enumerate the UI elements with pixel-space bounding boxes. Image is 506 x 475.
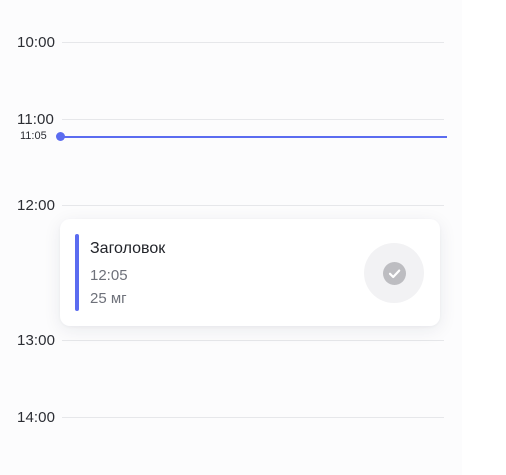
hour-line-10	[62, 42, 444, 43]
hour-label-11: 11:00	[17, 111, 54, 128]
event-accent-bar	[75, 234, 79, 311]
current-time-dot	[56, 132, 65, 141]
current-time-line	[62, 135, 447, 138]
hour-label-13: 13:00	[17, 332, 56, 349]
check-circle-icon	[383, 262, 406, 285]
timeline-screen: 10:00 11:00 11:05 12:00 13:00 14:00 Заго…	[0, 0, 506, 475]
hour-line-13	[62, 340, 444, 341]
mark-done-button[interactable]	[364, 243, 424, 303]
hour-label-12: 12:00	[17, 197, 56, 214]
event-time: 12:05	[90, 267, 128, 284]
hour-line-11	[62, 119, 444, 120]
day-timeline[interactable]: 10:00 11:00 11:05 12:00 13:00 14:00 Заго…	[0, 0, 462, 475]
hour-line-14	[62, 417, 444, 418]
current-time-label: 11:05	[20, 130, 47, 142]
checkmark-icon	[388, 269, 401, 279]
hour-label-14: 14:00	[17, 409, 56, 426]
hour-line-12	[62, 205, 444, 206]
event-dose: 25 мг	[90, 290, 127, 307]
event-title: Заголовок	[90, 240, 166, 257]
hour-label-10: 10:00	[17, 34, 56, 51]
event-card[interactable]: Заголовок 12:05 25 мг	[60, 219, 440, 326]
